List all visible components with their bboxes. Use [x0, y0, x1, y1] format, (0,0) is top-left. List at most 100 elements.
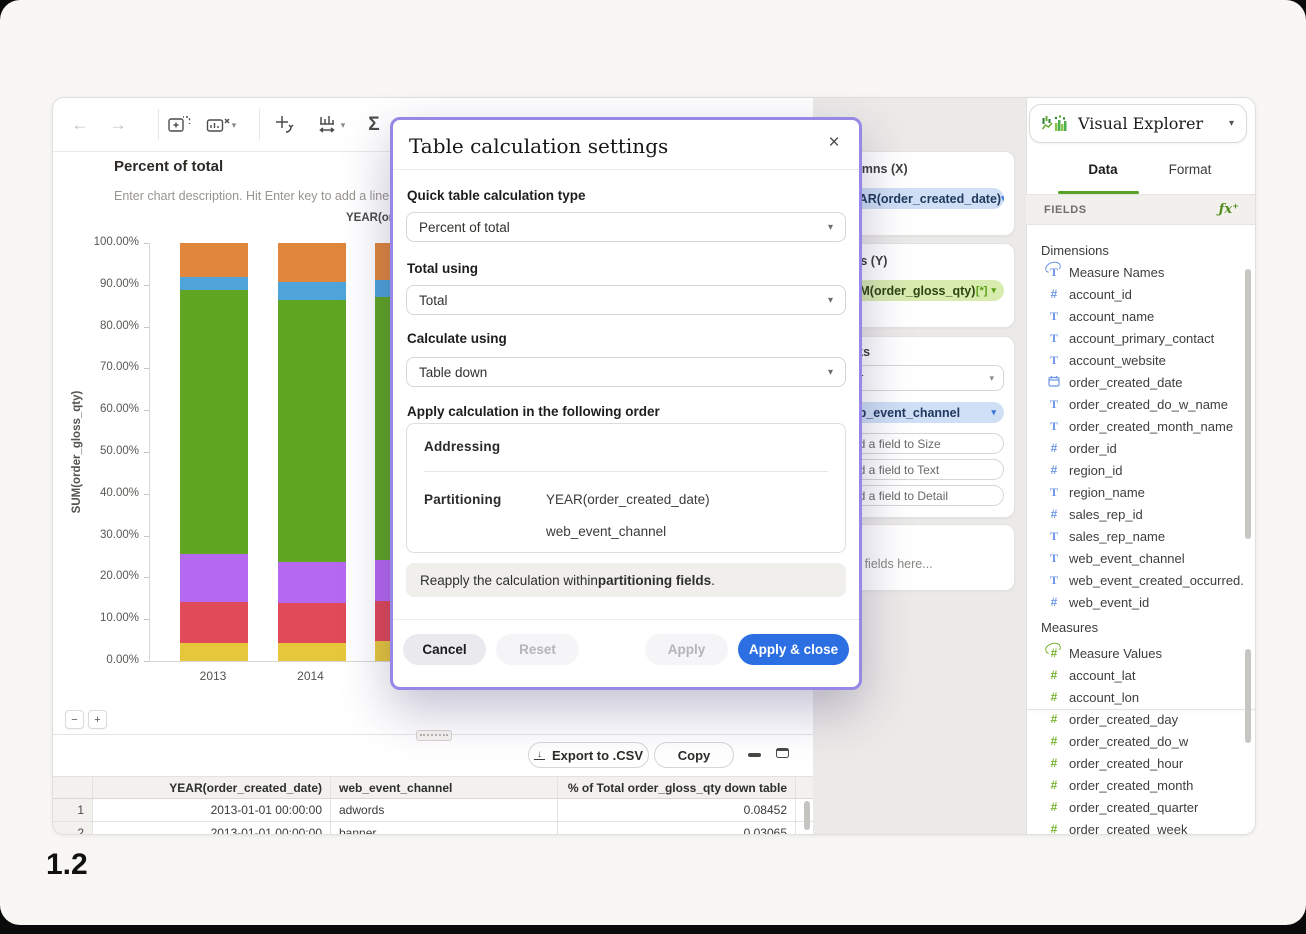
number-field-icon: # — [1047, 668, 1061, 682]
table-cell: banner — [331, 822, 558, 835]
chart-description-placeholder[interactable]: Enter chart description. Hit Enter key t… — [114, 189, 389, 203]
number-field-icon: # — [1047, 734, 1061, 748]
chevron-down-icon[interactable]: ▾ — [991, 285, 996, 296]
apply-order-box: Addressing Partitioning YEAR(order_creat… — [406, 423, 846, 553]
measures-scrollbar[interactable] — [1245, 649, 1251, 743]
field-item-order-created-month-name[interactable]: Torder_created_month_name — [1047, 416, 1243, 436]
close-icon[interactable]: × — [823, 132, 845, 154]
stacked-bar-2014[interactable] — [278, 243, 346, 661]
segment-orange[interactable] — [278, 243, 346, 282]
segment-green[interactable] — [278, 300, 346, 562]
apply-button[interactable]: Apply — [645, 634, 728, 665]
field-item-account-lon[interactable]: #account_lon — [1047, 687, 1243, 707]
collapse-panel-icon[interactable] — [748, 753, 761, 757]
field-label: order_created_do_w — [1069, 734, 1188, 749]
field-label: account_lon — [1069, 690, 1139, 705]
stacked-bar-2013[interactable] — [180, 243, 248, 661]
segment-green[interactable] — [180, 290, 248, 554]
field-item-measure-values[interactable]: #Measure Values — [1047, 643, 1243, 663]
visual-explorer-logo-icon — [1042, 114, 1069, 134]
field-item-region-name[interactable]: Tregion_name — [1047, 482, 1243, 502]
tab-format[interactable]: Format — [1158, 162, 1222, 177]
zoom-in-button[interactable]: + — [88, 710, 107, 729]
field-item-account-website[interactable]: Taccount_website — [1047, 350, 1243, 370]
expand-panel-icon[interactable] — [776, 748, 789, 758]
add-formula-icon[interactable]: ƒx⁺ — [1219, 202, 1239, 217]
calculate-using-select[interactable]: Table down ▾ — [406, 357, 846, 387]
field-item-region-id[interactable]: #region_id — [1047, 460, 1243, 480]
field-item-order-created-date[interactable]: order_created_date — [1047, 372, 1243, 392]
remove-chart-icon[interactable]: ▾ — [202, 112, 240, 138]
field-label: region_id — [1069, 463, 1123, 478]
segment-red[interactable] — [180, 602, 248, 644]
zoom-out-button[interactable]: − — [65, 710, 84, 729]
field-item-account-primary-contact[interactable]: Taccount_primary_contact — [1047, 328, 1243, 348]
chevron-down-icon[interactable]: ▾ — [991, 407, 996, 418]
segment-orange[interactable] — [180, 243, 248, 277]
table-scrollbar[interactable] — [804, 801, 810, 830]
quick-calc-select[interactable]: Percent of total ▾ — [406, 212, 846, 242]
field-item-measure-names[interactable]: TMeasure Names — [1047, 262, 1243, 282]
field-item-order-created-quarter[interactable]: #order_created_quarter — [1047, 797, 1243, 817]
text-field-icon: T — [1047, 485, 1061, 500]
redo-forward-icon[interactable]: → — [105, 112, 131, 138]
field-item-order-created-day[interactable]: #order_created_day — [1047, 709, 1243, 729]
field-label: web_event_id — [1069, 595, 1149, 610]
field-item-account-lat[interactable]: #account_lat — [1047, 665, 1243, 685]
segment-purple[interactable] — [278, 562, 346, 604]
segment-blue[interactable] — [278, 282, 346, 300]
y-tick-mark — [144, 494, 149, 495]
segment-yellow[interactable] — [180, 643, 248, 661]
copy-button[interactable]: Copy — [654, 742, 734, 768]
field-item-web-event-created-occurred-[interactable]: Tweb_event_created_occurred... — [1047, 570, 1243, 590]
chart-title[interactable]: Percent of total — [114, 158, 223, 175]
apply-close-button[interactable]: Apply & close — [738, 634, 849, 665]
field-item-account-name[interactable]: Taccount_name — [1047, 306, 1243, 326]
table-row[interactable]: 22013-01-01 00:00:00banner0.03065 — [53, 822, 813, 835]
swap-axes-icon[interactable] — [271, 112, 297, 138]
field-item-web-event-channel[interactable]: Tweb_event_channel — [1047, 548, 1243, 568]
field-item-order-created-do-w[interactable]: # order_created_do_w — [1047, 731, 1243, 751]
segment-red[interactable] — [278, 603, 346, 642]
visual-explorer-label: Visual Explorer — [1078, 114, 1203, 133]
field-item-order-id[interactable]: #order_id — [1047, 438, 1243, 458]
field-label: account_id — [1069, 287, 1132, 302]
toolbar-divider — [259, 109, 260, 140]
export-csv-button[interactable]: ↓ Export to .CSV — [528, 742, 649, 768]
total-using-select[interactable]: Total ▾ — [406, 285, 846, 315]
field-label: order_created_hour — [1069, 756, 1183, 771]
table-row[interactable]: 12013-01-01 00:00:00adwords0.08452 — [53, 799, 813, 822]
field-label: order_created_quarter — [1069, 800, 1198, 815]
column-header: % of Total order_gloss_qty down table — [558, 776, 796, 799]
segment-blue[interactable] — [180, 277, 248, 290]
chevron-down-icon: ▾ — [828, 295, 833, 306]
chevron-down-icon: ▾ — [341, 120, 346, 131]
y-tick-mark — [144, 619, 149, 620]
row-number-cell: 1 — [53, 799, 93, 822]
sigma-icon[interactable]: Σ — [361, 112, 387, 138]
field-item-order-created-do-w-name[interactable]: Torder_created_do_w_name — [1047, 394, 1243, 414]
chevron-down-icon[interactable]: ▾ — [1001, 193, 1004, 204]
field-item-sales-rep-name[interactable]: Tsales_rep_name — [1047, 526, 1243, 546]
field-item-order-created-hour[interactable]: # order_created_hour — [1047, 753, 1243, 773]
bar-settings-icon[interactable]: ▾ — [311, 112, 351, 138]
segment-purple[interactable] — [180, 554, 248, 602]
field-item-sales-rep-id[interactable]: #sales_rep_id — [1047, 504, 1243, 524]
field-label: web_event_channel — [1069, 551, 1185, 566]
add-chart-icon[interactable] — [166, 112, 192, 138]
field-item-order-created-month[interactable]: #order_created_month — [1047, 775, 1243, 795]
cancel-button[interactable]: Cancel — [403, 634, 486, 665]
y-tick-label: 100.00% — [55, 236, 139, 248]
undo-back-icon[interactable]: ← — [67, 112, 93, 138]
segment-yellow[interactable] — [278, 643, 346, 661]
field-item-account-id[interactable]: #account_id — [1047, 284, 1243, 304]
y-tick-mark — [144, 452, 149, 453]
resize-grip[interactable] — [416, 730, 452, 741]
dimensions-scrollbar[interactable] — [1245, 269, 1251, 539]
tab-data[interactable]: Data — [1073, 162, 1133, 177]
field-item-web-event-id[interactable]: #web_event_id — [1047, 592, 1243, 612]
visual-explorer-selector[interactable]: Visual Explorer ▾ — [1029, 104, 1247, 143]
reset-button[interactable]: Reset — [496, 634, 579, 665]
number-field-icon: # — [1047, 756, 1061, 770]
field-item-order-created-week[interactable]: #order_created_week — [1047, 819, 1243, 835]
